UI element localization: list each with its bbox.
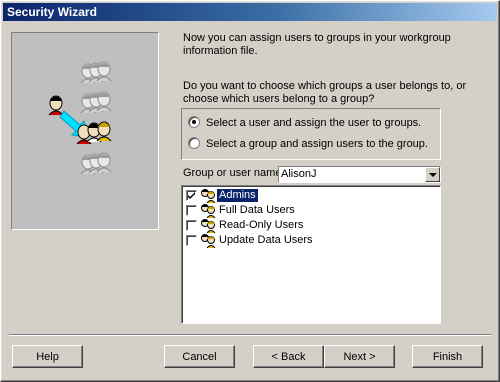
next-button[interactable]: Next >	[324, 345, 395, 368]
dropdown-arrow-icon[interactable]	[425, 167, 440, 182]
radio-select-group-label: Select a group and assign users to the g…	[206, 138, 428, 150]
group-icon	[201, 189, 216, 203]
button-separator	[9, 334, 491, 336]
groups-listbox[interactable]: Admins Full Data Users Read-Only Users U…	[181, 185, 441, 324]
group-or-user-value: AlisonJ	[281, 168, 317, 180]
checkbox-admins[interactable]	[186, 190, 197, 201]
finish-button[interactable]: Finish	[412, 345, 483, 368]
checkbox-update-data-users[interactable]	[186, 235, 197, 246]
wizard-illustration	[11, 32, 159, 230]
back-button[interactable]: < Back	[253, 345, 324, 368]
list-item-label: Read-Only Users	[219, 219, 304, 231]
list-item-label: Admins	[217, 189, 258, 202]
radio-select-user-label: Select a user and assign the user to gro…	[206, 117, 422, 129]
checkbox-full-data-users[interactable]	[186, 205, 197, 216]
security-wizard-window: Security Wizard Now you can assign users…	[0, 0, 500, 382]
list-item-admins[interactable]: Admins	[184, 188, 438, 203]
radio-button-icon[interactable]	[188, 116, 200, 128]
question-text: Do you want to choose which groups a use…	[183, 80, 467, 105]
group-icon	[201, 234, 216, 248]
title-bar[interactable]: Security Wizard	[3, 3, 497, 21]
radio-select-group[interactable]: Select a group and assign users to the g…	[188, 137, 428, 151]
cancel-button[interactable]: Cancel	[164, 345, 235, 368]
checkmark-icon	[188, 192, 195, 199]
list-item-full-data-users[interactable]: Full Data Users	[184, 203, 438, 218]
list-item-update-data-users[interactable]: Update Data Users	[184, 233, 438, 248]
users-groups-illustration-icon	[48, 61, 112, 175]
group-or-user-label: Group or user name:	[183, 167, 285, 179]
list-item-label: Update Data Users	[219, 234, 313, 246]
checkbox-read-only-users[interactable]	[186, 220, 197, 231]
window-title: Security Wizard	[7, 5, 97, 19]
list-item-read-only-users[interactable]: Read-Only Users	[184, 218, 438, 233]
radio-select-user[interactable]: Select a user and assign the user to gro…	[188, 116, 421, 130]
group-or-user-combobox[interactable]: AlisonJ	[278, 166, 441, 183]
assignment-mode-group: Select a user and assign the user to gro…	[181, 108, 441, 160]
group-icon	[201, 204, 216, 218]
intro-text: Now you can assign users to groups in yo…	[183, 32, 451, 57]
list-item-label: Full Data Users	[219, 204, 295, 216]
help-button[interactable]: Help	[12, 345, 83, 368]
radio-button-icon[interactable]	[188, 137, 200, 149]
group-icon	[201, 219, 216, 233]
